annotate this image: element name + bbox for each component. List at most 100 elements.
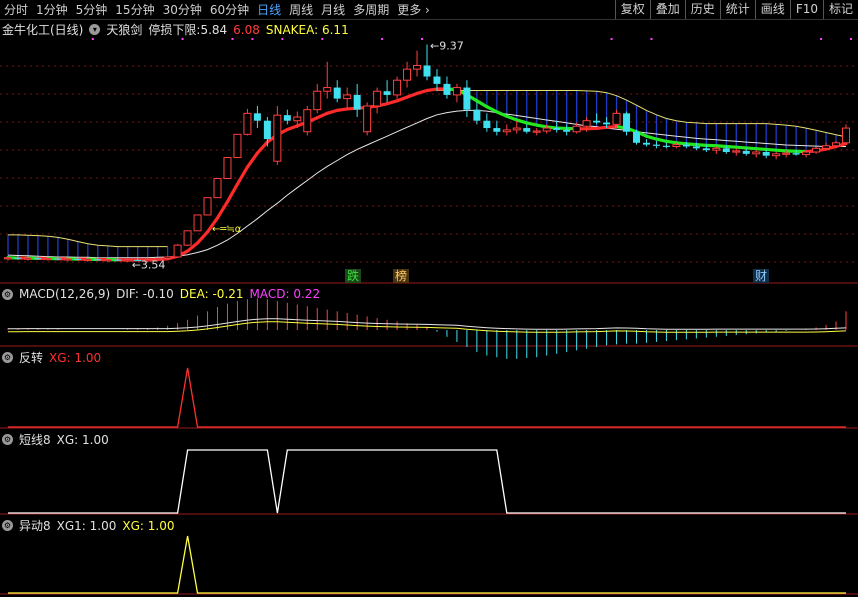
candle-body xyxy=(502,129,511,133)
candle-body xyxy=(63,258,72,261)
slow-ma-line xyxy=(7,109,846,259)
candle-body xyxy=(173,244,182,258)
candle-body xyxy=(452,87,461,96)
candle-body xyxy=(243,112,252,135)
candle-body xyxy=(652,144,660,146)
candle-body xyxy=(832,142,841,147)
candle-body xyxy=(283,115,291,121)
candle-body xyxy=(742,150,750,154)
low-price-label: ←3.54 xyxy=(132,258,166,271)
signal-tag[interactable]: 榜 xyxy=(393,269,410,283)
candle-body xyxy=(762,152,770,156)
candle-body xyxy=(593,120,601,123)
fast-ma-segment xyxy=(245,151,260,169)
candle-body xyxy=(114,259,122,261)
fast-ma-segment xyxy=(475,99,489,109)
marker-dot xyxy=(421,38,424,40)
candle-body xyxy=(123,259,132,262)
marker-dot xyxy=(281,38,284,40)
signal-line xyxy=(8,449,846,514)
panel-title[interactable]: 异动8 xyxy=(19,517,51,534)
candle-body xyxy=(343,94,352,100)
candle-body xyxy=(83,258,92,261)
candle-body xyxy=(203,197,212,216)
candle-body xyxy=(303,109,312,133)
candle-body xyxy=(623,113,631,132)
candle-body xyxy=(692,146,700,149)
panel-value: XG1: 1.00 xyxy=(56,518,117,533)
candle-body xyxy=(802,151,811,156)
candle-body xyxy=(183,230,192,246)
settings-icon[interactable]: ⚙ xyxy=(2,352,13,363)
candle-body xyxy=(423,65,431,77)
candle-body xyxy=(213,178,222,199)
candle-body xyxy=(443,83,451,95)
high-price-label: ←9.37 xyxy=(430,39,464,52)
candle-body xyxy=(403,68,412,81)
candle-body xyxy=(792,153,800,155)
signal-line xyxy=(8,367,846,428)
panel-header: ⚙ 反转 XG: 1.00 xyxy=(2,349,101,366)
candle-body xyxy=(722,148,730,152)
candle-body xyxy=(752,151,761,155)
candle-body xyxy=(223,157,232,180)
marker-dot xyxy=(181,38,184,40)
fast-ma-segment xyxy=(315,111,329,120)
candle-body xyxy=(273,114,282,162)
candle-body xyxy=(712,147,721,151)
candle-body xyxy=(603,122,611,125)
settings-icon[interactable]: ⚙ xyxy=(2,288,13,300)
marker-dot xyxy=(610,38,613,40)
candle-body xyxy=(483,120,491,129)
candle-body xyxy=(333,87,341,99)
settings-icon[interactable]: ⚙ xyxy=(2,520,13,531)
candle-body xyxy=(393,79,402,96)
candle-body xyxy=(54,258,62,260)
settings-icon[interactable]: ⚙ xyxy=(2,434,13,445)
candle-body xyxy=(43,257,52,261)
candle-body xyxy=(542,127,551,132)
candle-body xyxy=(662,145,670,147)
candle-body xyxy=(612,112,621,125)
signal-tag[interactable]: 跌 xyxy=(345,269,362,283)
macd-dea-line xyxy=(8,321,847,333)
marker-dot xyxy=(91,38,94,40)
candle-body xyxy=(353,94,361,110)
candle-body xyxy=(822,145,831,149)
macd-value: MACD: 0.22 xyxy=(249,287,321,301)
candle-body xyxy=(812,147,821,153)
candle-body xyxy=(14,257,22,259)
candle-body xyxy=(233,133,242,159)
fast-ma-segment xyxy=(255,140,269,155)
panel-title[interactable]: 短线8 xyxy=(19,431,51,448)
signal-arrow-label: ←═≒α xyxy=(212,224,242,235)
candle-body xyxy=(572,125,581,133)
candle-body xyxy=(463,87,471,110)
candle-body xyxy=(383,91,391,95)
candle-body xyxy=(782,152,791,155)
candle-body xyxy=(74,258,82,260)
candle-body xyxy=(193,214,202,232)
marker-dot xyxy=(321,38,324,40)
macd-dea: DEA: -0.21 xyxy=(179,287,244,301)
candle-body xyxy=(772,153,781,157)
marker-dot xyxy=(231,38,234,40)
panel-title[interactable]: 反转 xyxy=(19,349,43,366)
macd-title[interactable]: MACD(12,26,9) xyxy=(19,287,110,301)
signal-tag[interactable]: 财 xyxy=(753,269,770,283)
candle-body xyxy=(433,76,441,84)
candle-body xyxy=(732,150,741,153)
fast-ma-segment xyxy=(225,182,240,204)
candle-body xyxy=(253,113,261,121)
candle-body xyxy=(842,127,850,144)
candle-body xyxy=(672,144,681,147)
candle-body xyxy=(94,259,102,261)
candle-body xyxy=(23,257,32,260)
candle-body xyxy=(563,129,571,132)
candle-body xyxy=(702,148,710,151)
candle-body xyxy=(4,257,12,260)
candle-body xyxy=(493,128,501,132)
candle-body xyxy=(323,87,332,92)
marker-dot xyxy=(251,38,254,40)
candle-body xyxy=(373,90,382,107)
